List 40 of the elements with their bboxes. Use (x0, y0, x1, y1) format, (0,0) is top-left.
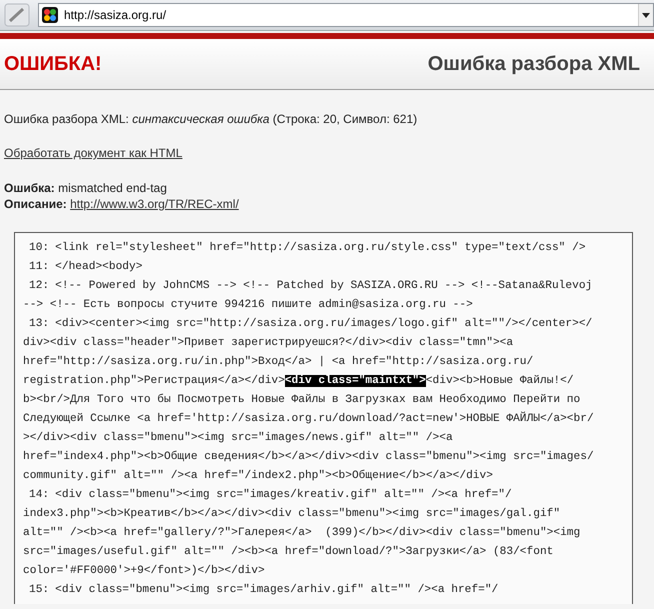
pencil-icon[interactable] (4, 3, 30, 27)
process-as-html-link[interactable]: Обработать документ как HTML (4, 146, 182, 160)
dropdown-button[interactable] (638, 4, 653, 26)
error-title: ОШИБКА! (4, 52, 102, 76)
code-text: color='#FF0000'>+9</font>)</b></div> (23, 565, 265, 577)
code-text: div><div class="header">Привет зарегистрируешся?</div><div class="tmn"><a (23, 337, 514, 349)
code-text: <div class="bmenu"><img src="images/kreativ.gif" alt="" /><a href="/ (55, 489, 512, 501)
code-text: ></div><div class="bmenu"><img src="images/news.gif" alt="" /><a (23, 432, 453, 444)
detail-label: Описание: (4, 197, 67, 211)
caret-icon (642, 12, 650, 18)
detail-value: mismatched end-tag (58, 181, 167, 195)
address-field[interactable]: http://sasiza.org.ru/ (38, 3, 654, 27)
code-text: </head><body> (55, 261, 142, 273)
code-text: index3.php"><b>Креатив</b></a></div><div class="bmenu"><img src="images/gal.gif" (23, 508, 560, 520)
line-number: 14: (28, 489, 50, 501)
site-favicon-icon (42, 7, 58, 23)
detail-label: Ошибка: (4, 181, 55, 195)
code-text: b><br/>Для Того что бы Посмотреть Новые Файлы в Загрузках вам Необходимо Перейти по (23, 394, 580, 406)
error-message: Ошибка разбора XML: синтаксическая ошибка (Строка: 20, Символ: 621) (4, 112, 418, 126)
line-number: 11: (28, 261, 50, 273)
code-text: href="index4.php"><b>Общие сведения</b></a></div><div class="bmenu"><img src="images/ (23, 451, 594, 463)
code-text: <div><center><img src="http://sasiza.org.ru/images/logo.gif" alt=""/></center></ (55, 318, 592, 330)
line-number: 10: (28, 242, 50, 254)
code-text: registration.php">Регистрация</a></div> (23, 375, 285, 387)
line-number: 13: (28, 318, 50, 330)
line-number: 15: (28, 584, 50, 596)
code-text: <link rel="stylesheet" href="http://sasiza.org.ru/style.css" type="text/css" /> (55, 242, 586, 254)
code-text: <div><b>Новые Файлы!</ (426, 375, 574, 387)
code-text: href="http://sasiza.org.ru/in.php">Вход</a> | <a href="http://sasiza.org.ru/ (23, 356, 534, 368)
code-text: community.gif" alt="" /><a href="/index2.php"><b>Общение</b></a></div> (23, 470, 493, 482)
code-text: alt="" /><b><a href="gallery/?">Галерея</a> (399)</b></div><div class="bmenu"><img (23, 527, 580, 539)
spec-link[interactable]: http://www.w3.org/TR/REC-xml/ (70, 197, 239, 211)
code-text: Следующей Ссылке <a href='http://sasiza.org.ru/download/?act=new'>НОВЫЕ ФАЙЛЫ</a><br/ (23, 413, 594, 425)
highlighted-code: <div class="maintxt"> (284, 375, 426, 387)
code-text: --> <!-- Есть вопросы стучите 994216 пишите admin@sasiza.org.ru --> (23, 299, 473, 311)
page-subtitle: Ошибка разбора XML (428, 52, 640, 76)
line-number: 12: (28, 280, 50, 292)
code-text: <!-- Powered by JohnCMS --> <!-- Patched by SASIZA.ORG.RU --> <!--Satana&Rulevoj (55, 280, 592, 292)
code-text: src="images/useful.gif" alt="" /><b><a href="download/?">Загрузки</a> (83/<font (23, 546, 554, 558)
code-text: <div class="bmenu"><img src="images/arhiv.gif" alt="" /><a href="/ (55, 584, 498, 596)
